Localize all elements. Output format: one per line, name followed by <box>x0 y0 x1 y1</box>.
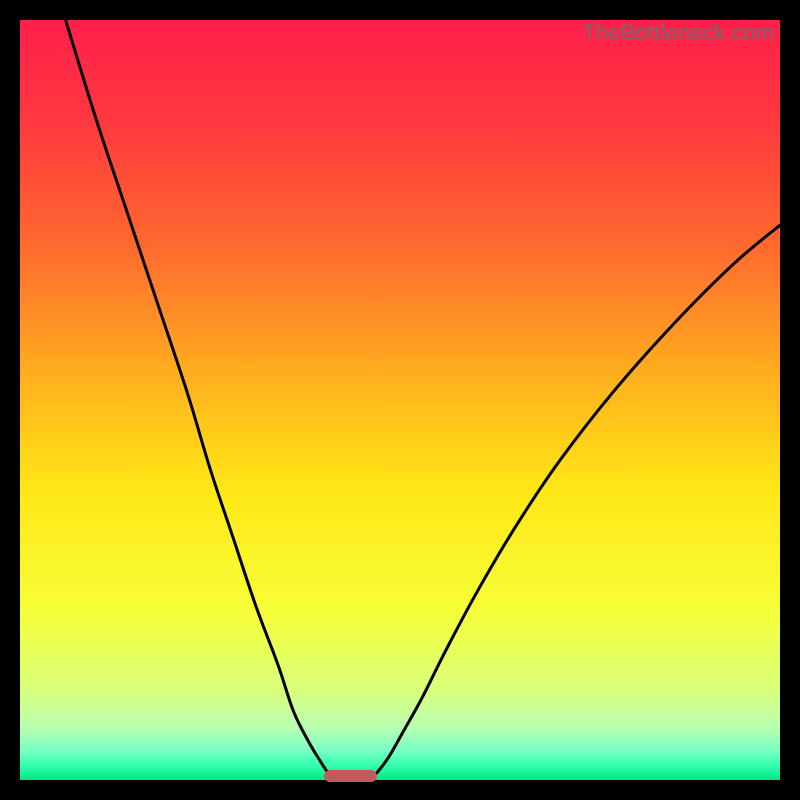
curve-right-branch <box>370 225 780 780</box>
chart-curves-svg <box>20 20 780 780</box>
curve-left-branch <box>66 20 336 780</box>
optimal-range-marker <box>324 770 377 782</box>
watermark-text: TheBottleneck.com <box>582 20 774 46</box>
chart-frame: TheBottleneck.com <box>20 20 780 780</box>
